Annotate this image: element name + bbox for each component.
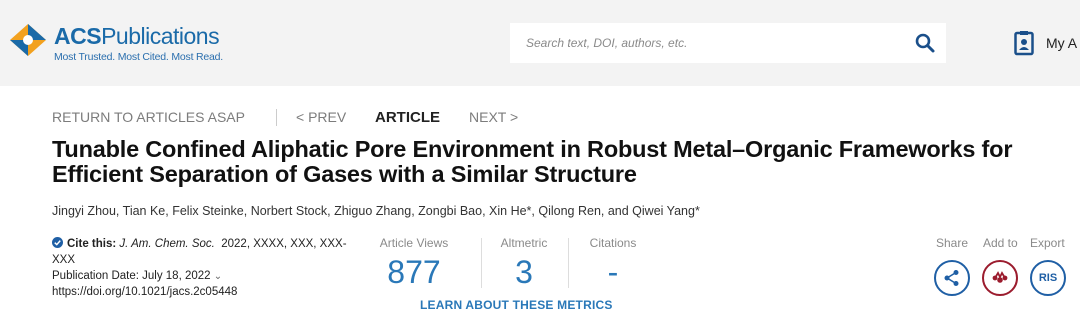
citation-details: 2022, XXXX, XXX, XXX- xyxy=(221,238,347,250)
search-bar[interactable]: Search text, DOI, authors, etc. xyxy=(510,23,946,63)
article-actions: Share Add to Export RIS xyxy=(930,236,1080,309)
ris-label: RIS xyxy=(1038,272,1058,284)
publication-date[interactable]: Publication Date: July 18, 2022 ⌄ xyxy=(52,268,222,285)
add-to-mendeley-button[interactable] xyxy=(982,260,1018,296)
return-to-articles-link[interactable]: RETURN TO ARTICLES ASAP xyxy=(52,109,245,125)
current-article-label: ARTICLE xyxy=(375,109,440,126)
add-to-label: Add to xyxy=(983,236,1018,250)
logo-name: ACSPublications xyxy=(54,23,220,49)
doi-link[interactable]: https://doi.org/10.1021/jacs.2c05448 xyxy=(52,284,237,300)
nav-divider xyxy=(276,109,277,126)
prev-article-link[interactable]: < PREV xyxy=(296,109,346,125)
site-header: ACSPublications Most Trusted. Most Cited… xyxy=(0,0,1080,86)
logo-tagline: Most Trusted. Most Cited. Most Read. xyxy=(54,51,224,63)
article-views-metric[interactable]: Article Views 877 xyxy=(370,236,458,288)
author-list[interactable]: Jingyi Zhou, Tian Ke, Felix Steinke, Nor… xyxy=(52,204,700,218)
acs-publications-logo[interactable]: ACSPublications Most Trusted. Most Cited… xyxy=(8,21,228,63)
acs-hexagon-logo-icon xyxy=(10,24,46,56)
article-views-value: 877 xyxy=(387,254,441,290)
export-ris-button[interactable]: RIS xyxy=(1030,260,1066,296)
export-label: Export xyxy=(1030,236,1065,250)
check-circle-icon xyxy=(52,237,63,248)
citation-details-cont: XXX xyxy=(52,254,76,266)
search-input[interactable]: Search text, DOI, authors, etc. xyxy=(526,36,687,50)
publication-date-text: Publication Date: July 18, 2022 xyxy=(52,270,211,282)
share-label: Share xyxy=(936,236,969,250)
learn-about-metrics-link[interactable]: LEARN ABOUT THESE METRICS xyxy=(420,298,613,309)
article-metrics: Article Views 877 Altmetric 3 Citations … xyxy=(370,236,660,309)
share-button[interactable] xyxy=(934,260,970,296)
next-article-link[interactable]: NEXT > xyxy=(469,109,518,125)
share-icon xyxy=(944,270,959,286)
altmetric-metric[interactable]: Altmetric 3 xyxy=(490,236,558,288)
citations-label: Citations xyxy=(589,236,637,250)
search-icon[interactable] xyxy=(914,32,936,54)
mendeley-icon xyxy=(992,271,1008,283)
article-title: Tunable Confined Aliphatic Pore Environm… xyxy=(52,136,1013,187)
cite-this-line[interactable]: Cite this: J. Am. Chem. Soc. 2022, XXXX,… xyxy=(52,236,347,252)
metric-divider xyxy=(568,238,569,288)
chevron-down-icon: ⌄ xyxy=(213,271,223,282)
journal-name: J. Am. Chem. Soc. xyxy=(119,238,215,250)
altmetric-value: 3 xyxy=(515,254,533,290)
clipboard-user-icon xyxy=(1014,31,1034,56)
article-views-label: Article Views xyxy=(379,236,449,250)
cite-label: Cite this: xyxy=(67,238,117,250)
metric-divider xyxy=(481,238,482,288)
citations-value: - xyxy=(607,254,619,290)
altmetric-label: Altmetric xyxy=(500,236,548,250)
citations-metric[interactable]: Citations - xyxy=(580,236,646,288)
my-account-label: My A xyxy=(1046,35,1078,51)
